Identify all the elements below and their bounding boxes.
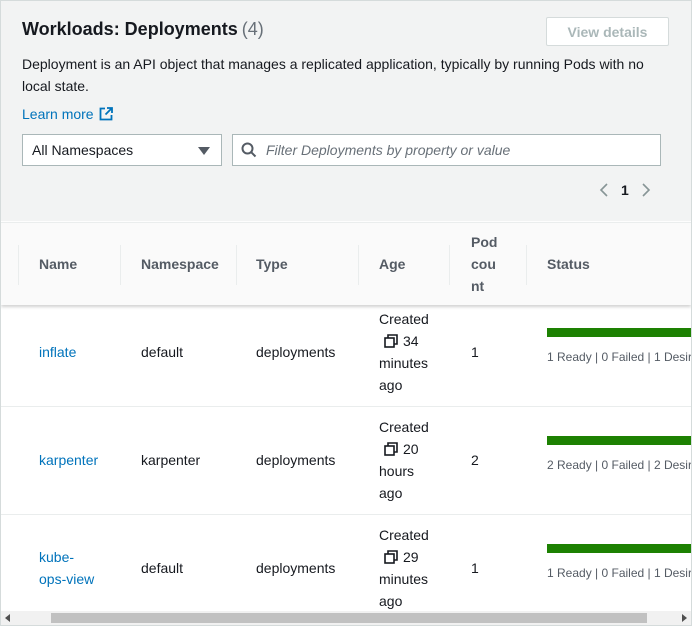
column-divider xyxy=(526,245,527,285)
name-cell: inflate xyxy=(39,298,76,406)
age-value-line: 20 xyxy=(379,438,419,460)
column-divider xyxy=(120,245,121,285)
status-progress-bar xyxy=(547,328,691,337)
column-header-namespace[interactable]: Namespace xyxy=(141,223,219,305)
column-header-age[interactable]: Age xyxy=(379,223,405,305)
status-cell: 1 Ready | 0 Failed | 1 Desired xyxy=(547,298,692,406)
age-cell: Created 20 hours ago xyxy=(379,406,429,514)
deployment-name-link[interactable]: inflate xyxy=(39,341,76,363)
name-cell: kube- ops-view xyxy=(39,514,94,622)
status-text: 1 Ready | 0 Failed | 1 Desired xyxy=(547,350,692,364)
search-icon xyxy=(241,142,257,158)
namespace-cell: karpenter xyxy=(141,452,201,468)
copy-icon xyxy=(384,442,398,456)
deployment-name-line1: kube- xyxy=(39,549,75,565)
column-divider xyxy=(236,245,237,285)
namespace-cell: default xyxy=(141,344,184,360)
learn-more-link[interactable]: Learn more xyxy=(22,106,113,122)
scrollbar-thumb[interactable] xyxy=(51,613,647,623)
pagination: 1 xyxy=(599,179,651,201)
description-text: Deployment is an API object that manages… xyxy=(22,56,644,94)
chevron-right-icon[interactable] xyxy=(641,182,651,198)
column-header-status[interactable]: Status xyxy=(547,223,590,305)
age-value: 20 xyxy=(403,441,419,457)
status-cell: 1 Ready | 0 Failed | 1 Desired xyxy=(547,514,692,622)
panel-header: Workloads: Deployments (4) View details D… xyxy=(1,1,691,221)
learn-more-label: Learn more xyxy=(22,106,94,122)
pod-count-cell: 2 xyxy=(471,452,479,468)
age-value: 34 xyxy=(403,333,419,349)
caret-down-icon xyxy=(198,147,210,155)
column-divider xyxy=(449,245,450,285)
namespace-select-value: All Namespaces xyxy=(32,142,134,158)
status-text: 2 Ready | 0 Failed | 2 Desired xyxy=(547,458,692,472)
age-suffix: ago xyxy=(379,377,403,393)
status-cell: 2 Ready | 0 Failed | 2 Desired xyxy=(547,406,692,514)
pod-count-label: Pod count xyxy=(471,234,498,294)
table-row: inflate default deployments Created 34 m… xyxy=(1,298,691,407)
column-header-type[interactable]: Type xyxy=(256,223,288,305)
title-text: Workloads: Deployments xyxy=(22,19,238,39)
age-cell: Created 29 minutes ago xyxy=(379,514,429,622)
namespace-select[interactable]: All Namespaces xyxy=(22,134,222,166)
deployment-name-link[interactable]: karpenter xyxy=(39,449,98,471)
type-cell: deployments xyxy=(256,452,336,468)
name-cell: karpenter xyxy=(39,406,98,514)
age-prefix: Created xyxy=(379,419,429,435)
age-prefix: Created xyxy=(379,527,429,543)
status-progress-bar xyxy=(547,436,691,445)
age-unit: minutes xyxy=(379,571,429,587)
deployment-count: (4) xyxy=(241,19,264,39)
type-cell: deployments xyxy=(256,344,336,360)
age-suffix: ago xyxy=(379,593,403,609)
age-suffix: ago xyxy=(379,485,403,501)
scroll-left-icon[interactable] xyxy=(5,614,10,622)
page-number[interactable]: 1 xyxy=(621,182,629,198)
page-title: Workloads: Deployments (4) xyxy=(22,19,264,40)
scroll-right-icon[interactable] xyxy=(682,614,687,622)
external-link-icon xyxy=(99,107,113,121)
copy-icon xyxy=(384,334,398,348)
filter-placeholder: Filter Deployments by property or value xyxy=(266,142,511,158)
age-prefix: Created xyxy=(379,311,429,327)
chevron-left-icon[interactable] xyxy=(599,182,609,198)
horizontal-scrollbar[interactable] xyxy=(1,611,691,625)
column-divider xyxy=(18,245,19,285)
status-progress-bar xyxy=(547,544,691,553)
status-text: 1 Ready | 0 Failed | 1 Desired xyxy=(547,566,692,580)
table-header: Name Namespace Type Age Pod count Status xyxy=(1,222,691,305)
age-value-line: 34 xyxy=(379,330,419,352)
filter-input[interactable]: Filter Deployments by property or value xyxy=(232,134,661,166)
age-value: 29 xyxy=(403,549,419,565)
pod-count-cell: 1 xyxy=(471,560,479,576)
age-value-line: 29 xyxy=(379,546,419,568)
table-row: karpenter karpenter deployments Created … xyxy=(1,406,691,515)
age-unit: hours xyxy=(379,463,415,479)
namespace-cell: default xyxy=(141,560,184,576)
deployments-panel: Workloads: Deployments (4) View details D… xyxy=(0,0,692,626)
age-cell: Created 34 minutes ago xyxy=(379,298,429,406)
deployment-name-link[interactable]: kube- ops-view xyxy=(39,546,94,590)
pod-count-cell: 1 xyxy=(471,344,479,360)
copy-icon xyxy=(384,550,398,564)
column-header-name[interactable]: Name xyxy=(39,223,77,305)
deployment-name-line2: ops-view xyxy=(39,571,95,587)
table-row: kube- ops-view default deployments Creat… xyxy=(1,514,691,623)
type-cell: deployments xyxy=(256,560,336,576)
column-divider xyxy=(358,245,359,285)
age-unit: minutes xyxy=(379,355,429,371)
column-header-pod-count[interactable]: Pod count xyxy=(471,223,501,305)
view-details-button[interactable]: View details xyxy=(546,17,669,46)
